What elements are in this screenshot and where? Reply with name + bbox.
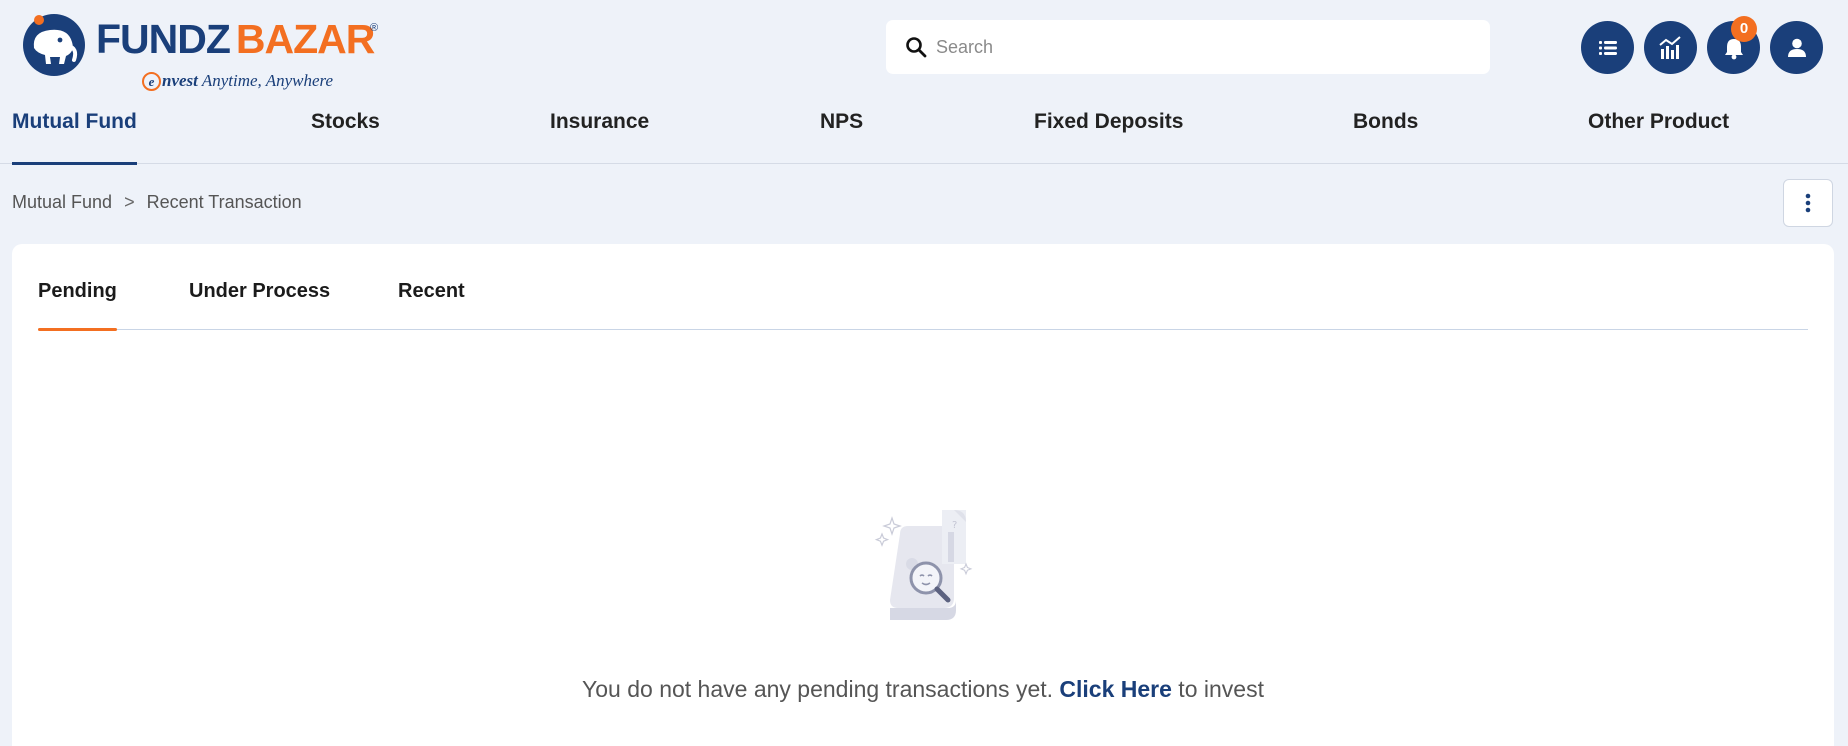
list-icon [1598, 40, 1617, 55]
more-vertical-icon [1805, 193, 1811, 213]
nav-bonds[interactable]: Bonds [1353, 110, 1418, 164]
breadcrumb-current: Recent Transaction [146, 192, 302, 212]
nav-other-product[interactable]: Other Product [1588, 110, 1729, 164]
logo-wordmark: FUNDZ BAZAR [96, 16, 375, 62]
nav-mutual-fund[interactable]: Mutual Fund [12, 110, 137, 165]
tab-pending[interactable]: Pending [38, 280, 117, 331]
empty-state-message: You do not have any pending transactions… [12, 676, 1834, 703]
empty-state-text: You do not have any pending transactions… [582, 676, 1060, 702]
user-icon [1787, 38, 1806, 57]
more-options-button[interactable] [1783, 179, 1833, 227]
empty-search-illustration: ? [874, 510, 973, 620]
tab-under-process[interactable]: Under Process [189, 280, 330, 330]
nav-stocks[interactable]: Stocks [311, 110, 380, 164]
nav-fixed-deposits[interactable]: Fixed Deposits [1034, 110, 1183, 164]
menu-list-button[interactable] [1581, 21, 1634, 74]
nav-insurance[interactable]: Insurance [550, 110, 649, 164]
svg-text:?: ? [952, 520, 957, 531]
chevron-right-icon: > [124, 192, 135, 212]
search-icon [906, 37, 927, 58]
header: FUNDZBAZAR ® envest Anytime, Anywhere [0, 0, 1848, 91]
product-nav: Mutual Fund Stocks Insurance NPS Fixed D… [0, 100, 1848, 165]
breadcrumb-mutual-fund[interactable]: Mutual Fund [12, 192, 112, 212]
breadcrumb: Mutual Fund > Recent Transaction [12, 192, 302, 213]
chart-icon [1658, 35, 1681, 59]
fundzbazar-logo[interactable]: FUNDZ BAZAR ® e nvest Anytime, Anywhere [20, 8, 390, 91]
transactions-card: Pending Under Process Recent ? You do no… [12, 244, 1834, 746]
elephant-logo-icon [23, 14, 85, 76]
transaction-tabs: Pending Under Process Recent [38, 244, 1808, 331]
empty-state-suffix: to invest [1171, 676, 1264, 702]
profile-button[interactable] [1770, 21, 1823, 74]
logo-tagline: e nvest Anytime, Anywhere [142, 71, 333, 91]
portfolio-chart-button[interactable] [1644, 21, 1697, 74]
nav-nps[interactable]: NPS [820, 110, 863, 164]
search-input[interactable] [936, 20, 1476, 74]
tab-recent[interactable]: Recent [398, 280, 465, 330]
search-box[interactable] [886, 20, 1490, 74]
registered-mark: ® [370, 22, 379, 34]
notification-count-badge: 0 [1731, 16, 1757, 42]
click-here-link[interactable]: Click Here [1059, 676, 1172, 702]
